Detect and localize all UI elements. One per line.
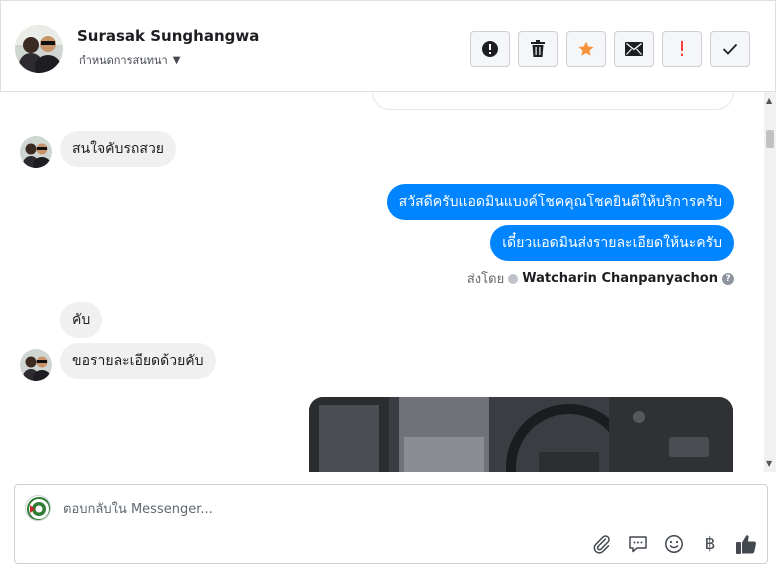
message-bubble-outgoing: สวัสดีครับแอดมินแบงค์โชคคุณโชคยินดีให้บร… xyxy=(386,184,734,220)
message-bubble-outgoing: เดี๋ยวแอดมินส่งรายละเอียดให้นะครับ xyxy=(490,225,734,261)
payment-button[interactable]: ฿ xyxy=(699,533,721,555)
reply-composer: ฿ xyxy=(14,484,768,564)
sent-by-line: ส่งโดย Watcharin Chanpanyachon ? xyxy=(467,268,734,289)
car-interior-photo[interactable] xyxy=(309,397,733,472)
message-bubble-incoming: ขอรายละเอียดด้วยคับ xyxy=(60,343,216,379)
saved-reply-icon xyxy=(629,536,647,553)
composer-tools: ฿ xyxy=(591,533,757,555)
message-thread: สนใจคับรถสวย สวัสดีครับแอดมินแบงค์โชคคุณ… xyxy=(0,92,764,472)
reply-input[interactable] xyxy=(63,499,743,519)
contact-name[interactable]: Surasak Sunghangwa xyxy=(77,27,259,45)
contact-avatar-small xyxy=(20,349,52,381)
trash-icon xyxy=(531,40,545,57)
mark-done-button[interactable] xyxy=(710,31,750,67)
assign-label: กำหนดการสนทนา xyxy=(79,54,168,67)
header-actions xyxy=(470,31,750,67)
scrollbar-thumb[interactable] xyxy=(766,130,774,148)
delete-button[interactable] xyxy=(518,31,558,67)
baht-icon: ฿ xyxy=(704,534,716,554)
thread-scrollbar[interactable]: ▲ ▼ xyxy=(764,92,776,472)
scroll-down-arrow-icon[interactable]: ▼ xyxy=(766,459,772,468)
caret-down-icon: ▼ xyxy=(172,54,181,66)
assign-conversation-dropdown[interactable]: กำหนดการสนทนา ▼ xyxy=(79,51,180,69)
previous-message-bubble xyxy=(372,92,734,110)
mark-spam-button[interactable] xyxy=(470,31,510,67)
emoji-button[interactable] xyxy=(663,533,685,555)
exclamation-circle-icon xyxy=(482,41,498,57)
check-icon xyxy=(722,43,738,55)
sent-by-agent: Watcharin Chanpanyachon xyxy=(522,271,718,286)
envelope-icon xyxy=(625,42,643,56)
scroll-up-arrow-icon[interactable]: ▲ xyxy=(766,96,772,105)
contact-avatar[interactable] xyxy=(15,25,63,73)
attach-button[interactable] xyxy=(591,533,613,555)
follow-up-button[interactable] xyxy=(662,31,702,67)
star-button[interactable] xyxy=(566,31,606,67)
saved-reply-button[interactable] xyxy=(627,533,649,555)
message-bubble-incoming: สนใจคับรถสวย xyxy=(60,131,177,167)
star-icon xyxy=(578,41,594,56)
agent-status-icon xyxy=(508,273,519,284)
conversation-header: Surasak Sunghangwa กำหนดการสนทนา ▼ xyxy=(0,0,776,92)
sent-by-prefix: ส่งโดย xyxy=(466,272,505,287)
emoji-icon xyxy=(665,535,683,553)
thumbs-up-icon xyxy=(736,535,756,554)
mark-unread-button[interactable] xyxy=(614,31,654,67)
help-icon[interactable]: ? xyxy=(722,272,734,285)
paperclip-icon xyxy=(593,535,610,554)
contact-avatar-small xyxy=(20,136,52,168)
like-button[interactable] xyxy=(735,533,757,555)
message-bubble-incoming: คับ xyxy=(60,302,103,338)
page-logo-avatar xyxy=(25,495,51,521)
exclamation-icon xyxy=(681,41,683,56)
